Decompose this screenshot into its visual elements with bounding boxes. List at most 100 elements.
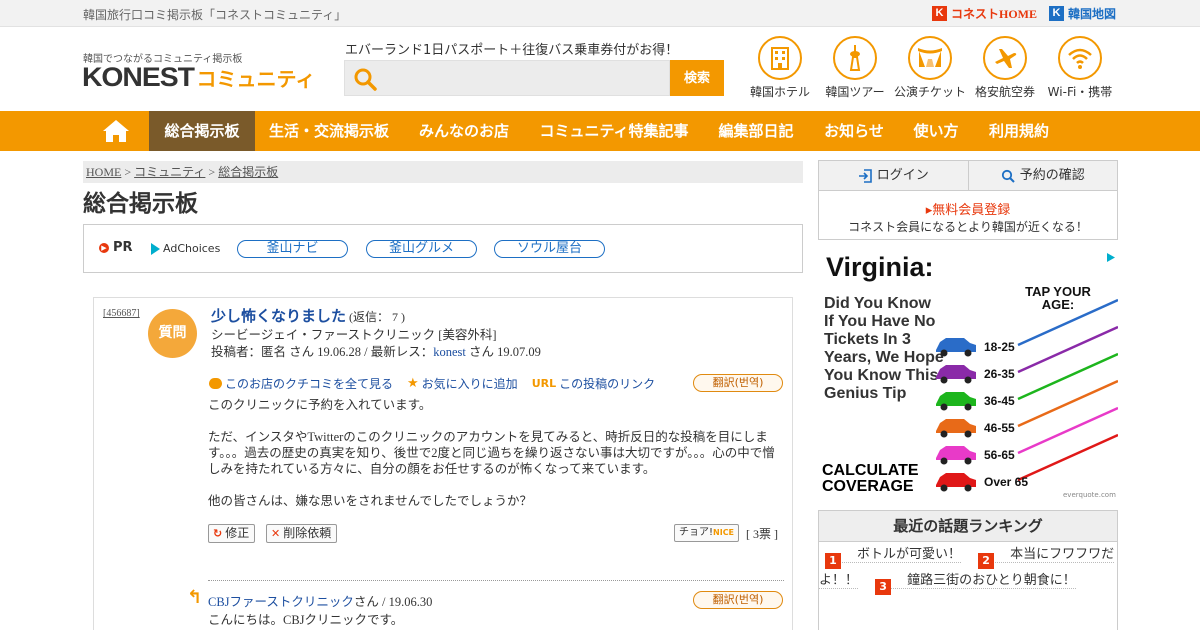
konest-home-link[interactable]: K コネストHOME [932, 5, 1037, 22]
ad-calc: CALCULATE COVERAGE [822, 462, 919, 495]
ad-age-line [1017, 298, 1118, 347]
nav-shops[interactable]: みんなのお店 [403, 111, 525, 151]
ranking-item[interactable]: 1 ボトルが可愛い！ [825, 547, 962, 569]
post-meta-prefix: 投稿者：匿名 さん 19.06.28 / 最新レス： [211, 345, 434, 359]
car-icon[interactable] [936, 392, 976, 406]
nav-editor-diary[interactable]: 編集部日記 [703, 111, 809, 151]
car-wheel [940, 430, 948, 438]
all-reviews-link[interactable]: このお店のクチコミを全て見る [209, 375, 393, 392]
breadcrumb-home[interactable]: HOME [86, 165, 121, 179]
delete-request-button[interactable]: ✕ 削除依頼 [266, 524, 338, 543]
reservation-button[interactable]: 予約の確認 [967, 161, 1118, 190]
car-icon[interactable] [936, 419, 976, 433]
car-wheel [940, 376, 948, 384]
sidebar-ad[interactable]: Virginia: Did You Know If You Have No Ti… [818, 250, 1118, 500]
login-button[interactable]: ログイン [819, 161, 968, 190]
service-hotel[interactable]: 韓国ホテル [744, 36, 816, 100]
star-icon: ★ [407, 376, 419, 391]
pr-link-seoul-stall[interactable]: ソウル屋台 [494, 240, 605, 258]
car-icon[interactable] [936, 365, 976, 379]
theater-icon [908, 36, 952, 80]
breadcrumb-board[interactable]: 総合掲示板 [218, 165, 278, 179]
post-body-p2: ただ、インスタやTwitterのこのクリニックのアカウントを見てみると、時折反日… [208, 430, 775, 476]
search-button[interactable]: 検索 [670, 60, 724, 96]
service-wifi[interactable]: Wi-Fi・携帯 [1044, 36, 1116, 100]
site-logo[interactable]: KONEST コミュニティ [82, 62, 316, 92]
post-reply-count: (返信： 7 ) [349, 310, 405, 324]
korea-map-link[interactable]: K 韓国地図 [1049, 5, 1116, 22]
edit-button[interactable]: ↻ 修正 [208, 524, 256, 543]
car-icon[interactable] [936, 338, 976, 352]
airplane-icon [983, 36, 1027, 80]
service-tour[interactable]: 韓国ツアー [819, 36, 891, 100]
nav-life-board[interactable]: 生活・交流掲示板 [255, 111, 403, 151]
search-input[interactable] [383, 61, 667, 95]
ad-age-label[interactable]: 46-55 [984, 421, 1015, 435]
divider [208, 580, 784, 581]
pr-label: ▶ PR [99, 240, 133, 255]
edit-label: 修正 [225, 526, 250, 540]
service-flight[interactable]: 格安航空券 [969, 36, 1041, 100]
car-icon[interactable] [936, 446, 976, 460]
adchoices-link[interactable]: AdChoices [151, 242, 220, 255]
nav-terms[interactable]: 利用規約 [973, 111, 1065, 151]
ad-age-label[interactable]: 36-45 [984, 394, 1015, 408]
wifi-icon [1058, 36, 1102, 80]
ranking-title: 最近の話題ランキング [819, 511, 1117, 542]
register-link[interactable]: ▸無料会員登録 [819, 199, 1117, 218]
reply-author: CBJファーストクリニックさん / 19.06.30 [208, 591, 432, 610]
post-meta: 投稿者：匿名 さん 19.06.28 / 最新レス：konest さん 19.0… [211, 341, 541, 360]
service-wifi-label: Wi-Fi・携帯 [1047, 85, 1113, 99]
ranking-item[interactable]: 3 鐘路三街のおひとり朝食に！ [875, 573, 1076, 595]
hotel-icon [758, 36, 802, 80]
adchoices-label: AdChoices [163, 242, 221, 255]
reply-author-name[interactable]: CBJファーストクリニック [208, 595, 354, 609]
car-icon[interactable] [936, 473, 976, 487]
reply-meta: さん / 19.06.30 [353, 595, 433, 609]
post-body-p3: 他の皆さんは、嫌な思いをされませんでしたでしょうか？ [208, 494, 533, 508]
nav-features[interactable]: コミュニティ特集記事 [525, 111, 703, 151]
pr-arrow-icon: ▶ [99, 242, 109, 253]
pr-label-text: PR [113, 240, 133, 255]
car-wheel [964, 349, 972, 357]
ad-age-label[interactable]: Over 65 [984, 475, 1028, 489]
ad-age-label[interactable]: 18-25 [984, 340, 1015, 354]
logo-community: コミュニティ [196, 67, 316, 91]
ad-age-label[interactable]: 56-65 [984, 448, 1015, 462]
nav-news[interactable]: お知らせ [809, 111, 899, 151]
pr-link-busan-gourmet[interactable]: 釜山グルメ [366, 240, 477, 258]
translate-button[interactable]: 翻訳(번역) [693, 374, 783, 392]
nav-general-board[interactable]: 総合掲示板 [149, 111, 255, 151]
service-ticket[interactable]: 公演チケット [894, 36, 966, 100]
magnifier-icon [1001, 169, 1015, 183]
adchoices-icon [151, 242, 160, 255]
car-wheel [964, 403, 972, 411]
nav-howto[interactable]: 使い方 [899, 111, 973, 151]
nice-button[interactable]: チョア!NICE [674, 524, 740, 542]
all-reviews-label: このお店のクチコミを全て見る [225, 377, 394, 391]
service-hotel-label: 韓国ホテル [749, 85, 810, 99]
ranking-item-label: ボトルが可愛い！ [857, 547, 962, 562]
nice-tag: NICE [713, 528, 735, 537]
service-ticket-label: 公演チケット [894, 85, 967, 99]
favorite-link[interactable]: ★ お気に入りに追加 [407, 375, 518, 392]
post-meta-suffix: さん 19.07.09 [465, 345, 541, 359]
konest-home-label: コネストHOME [951, 7, 1037, 21]
register-label: 無料会員登録 [932, 203, 1011, 218]
post-link[interactable]: URL この投稿のリンク [532, 375, 655, 392]
post-title[interactable]: 少し怖くなりました [211, 305, 346, 326]
register-subtext: コネスト会員になるとより韓国が近くなる！ [848, 220, 1088, 234]
pr-link-busan-navi[interactable]: 釜山ナビ [237, 240, 348, 258]
breadcrumb: HOME > コミュニティ > 総合掲示板 [83, 161, 803, 183]
nav-home[interactable] [83, 111, 149, 151]
promo-link[interactable]: エバーランド1日パスポート＋往復バス乗車券付がお得！ [345, 39, 678, 58]
ranking-box: 最近の話題ランキング 1 ボトルが可愛い！ 2 本当にフワフワだよ！！ 3 鐘路三街の… [818, 510, 1118, 630]
home-icon [103, 120, 129, 142]
ad-age-label[interactable]: 26-35 [984, 367, 1015, 381]
post-id[interactable]: [456687] [103, 308, 140, 319]
post-meta-user[interactable]: konest [433, 345, 466, 359]
breadcrumb-community[interactable]: コミュニティ [134, 165, 205, 179]
map-k-icon: K [1049, 6, 1064, 21]
reply-translate-button[interactable]: 翻訳(번역) [693, 591, 783, 609]
ad-age-line [1017, 406, 1118, 455]
